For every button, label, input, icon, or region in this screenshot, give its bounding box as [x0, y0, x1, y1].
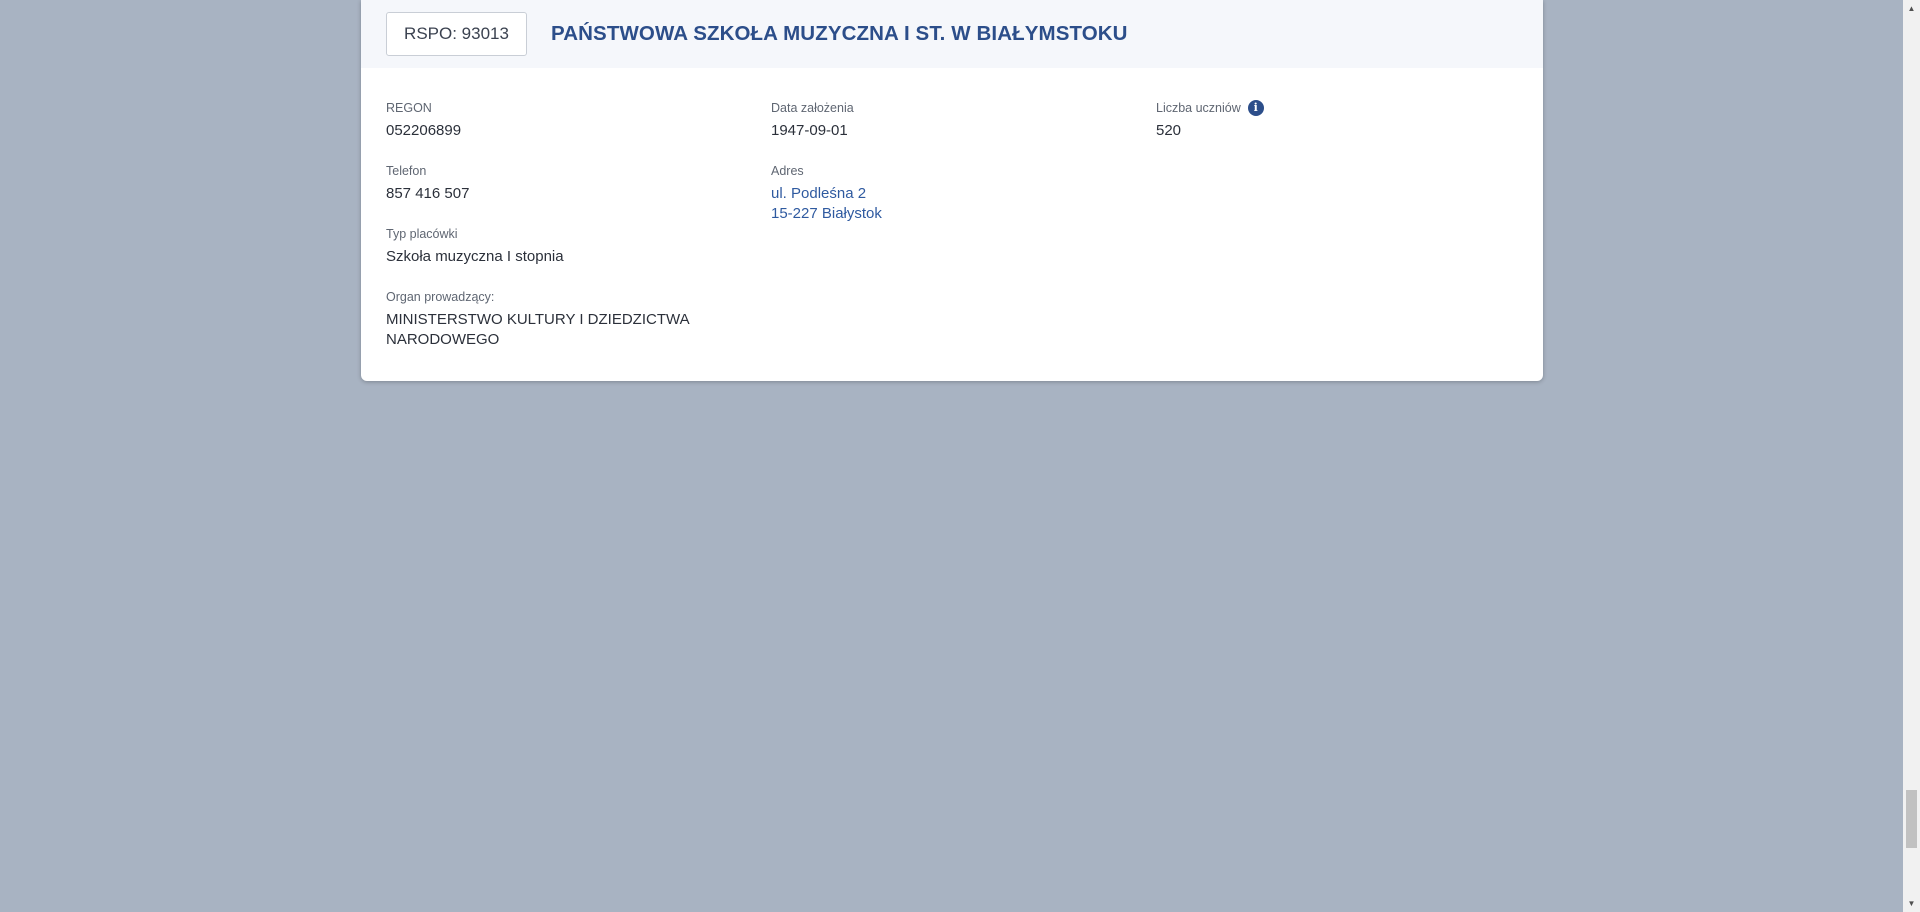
type-value: Szkoła muzyczna I stopnia — [386, 248, 564, 265]
type-label: Typ placówki — [386, 227, 458, 241]
card-header: RSPO: 93013 PAŃSTWOWA SZKOŁA MUZYCZNA I … — [361, 0, 1543, 68]
date-label: Data założenia — [771, 101, 854, 115]
address-value[interactable]: ul. Podleśna 2 15-227 Białystok — [771, 184, 882, 224]
students-label: Liczba uczniów — [1156, 101, 1241, 115]
info-icon[interactable]: i — [1247, 100, 1264, 116]
organ-line-2: NARODOWEGO — [386, 331, 500, 348]
school-name: PAŃSTWOWA SZKOŁA MUZYCZNA I ST. W BIAŁYM… — [551, 22, 1128, 45]
field-type: Typ placówki Szkoła muzyczna I stopnia — [386, 226, 564, 267]
field-date: Data założenia 1947-09-01 — [771, 100, 854, 141]
regon-label: REGON — [386, 101, 432, 115]
address-line-1[interactable]: ul. Podleśna 2 — [771, 184, 882, 204]
field-students: Liczba uczniów i 520 — [1156, 100, 1264, 141]
students-value: 520 — [1156, 122, 1182, 139]
organ-value: MINISTERSTWO KULTURY I DZIEDZICTWA NAROD… — [386, 310, 690, 350]
scroll-down-arrow-icon[interactable]: ▼ — [1903, 895, 1920, 912]
regon-value: 052206899 — [386, 122, 462, 139]
address-line-2[interactable]: 15-227 Białystok — [771, 204, 882, 224]
date-value: 1947-09-01 — [771, 122, 848, 139]
scroll-up-arrow-icon[interactable]: ▲ — [1903, 0, 1920, 17]
field-address: Adres ul. Podleśna 2 15-227 Białystok — [771, 163, 882, 224]
organ-label: Organ prowadzący: — [386, 290, 495, 304]
school-card: RSPO: 93013 PAŃSTWOWA SZKOŁA MUZYCZNA I … — [361, 0, 1543, 381]
field-phone: Telefon 857 416 507 — [386, 163, 469, 204]
vertical-scrollbar[interactable]: ▲ ▼ — [1903, 0, 1920, 912]
address-label: Adres — [771, 164, 804, 178]
rspo-badge: RSPO: 93013 — [386, 12, 527, 56]
page: RSPO: 93013 PAŃSTWOWA SZKOŁA MUZYCZNA I … — [0, 0, 1920, 912]
field-organ: Organ prowadzący: MINISTERSTWO KULTURY I… — [386, 289, 690, 350]
phone-label: Telefon — [386, 164, 427, 178]
students-label-row: Liczba uczniów i — [1156, 100, 1264, 116]
phone-value: 857 416 507 — [386, 185, 470, 202]
field-regon: REGON 052206899 — [386, 100, 461, 141]
organ-line-1: MINISTERSTWO KULTURY I DZIEDZICTWA — [386, 311, 690, 328]
scroll-thumb[interactable] — [1906, 790, 1917, 848]
